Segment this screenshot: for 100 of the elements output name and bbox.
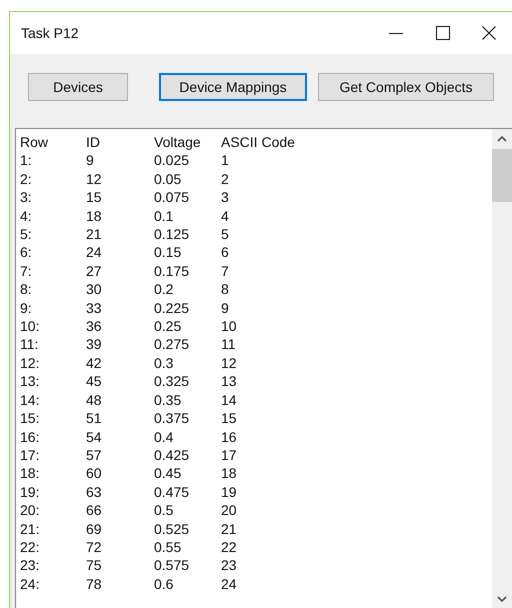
- list-cell-text: 17: [221, 446, 238, 464]
- list-cell-text: 0.3: [154, 354, 174, 372]
- list-cell-text: 15:: [20, 409, 40, 428]
- list-cell-text: 0.25: [154, 317, 182, 336]
- list-cell-text: 16:: [20, 428, 40, 446]
- list-cell-text: 57: [86, 446, 103, 464]
- list-cell-text: 0.45: [154, 464, 182, 483]
- list-cell-text: 69: [86, 520, 103, 538]
- list-cell-text: 0.1: [154, 206, 174, 226]
- list-cell-text: 51: [86, 409, 103, 428]
- list-cell-text: 0.075: [154, 188, 190, 207]
- column-header: ASCII Code: [221, 133, 296, 152]
- list-cell-text: 0.05: [154, 170, 182, 188]
- toolbar-button[interactable]: Get Complex Objects: [318, 73, 494, 101]
- list-cell-text: 27: [86, 262, 103, 280]
- list-cell-text: 0.2: [154, 280, 174, 299]
- list-cell-text: 2:: [20, 170, 33, 188]
- list-cell-text: 0.425: [154, 446, 190, 464]
- list-cell-text: 14:: [20, 390, 40, 410]
- list-cell-text: 0.325: [154, 372, 190, 391]
- window-title: Task P12: [21, 25, 79, 41]
- list-cell-text: 63: [86, 482, 103, 502]
- list-cell-text: 14: [221, 390, 238, 410]
- close-icon[interactable]: [482, 26, 496, 40]
- list-cell-text: 19:: [20, 482, 40, 502]
- list-cell-text: 72: [86, 538, 103, 556]
- list-cell-text: 3:: [20, 188, 33, 207]
- list-cell-text: 15: [221, 409, 238, 428]
- list-cell-text: 23: [221, 556, 238, 575]
- list-cell-text: 9: [221, 298, 230, 318]
- list-cell-text: 36: [86, 317, 103, 336]
- list-cell-text: 22:: [20, 538, 40, 556]
- list-cell-text: 3: [221, 188, 230, 207]
- list-cell-text: 45: [86, 372, 103, 391]
- list-cell-text: 4:: [20, 206, 33, 226]
- list-cell-text: 0.175: [154, 262, 190, 280]
- list-cell-text: 1: [221, 151, 230, 170]
- list-cell-text: 21: [86, 225, 103, 244]
- list-cell-text: 9:: [20, 298, 33, 318]
- list-cell-text: 18:: [20, 464, 40, 483]
- scroll-up-icon[interactable]: [497, 136, 507, 142]
- list-cell-text: 11: [221, 335, 237, 354]
- list-cell-text: 66: [86, 501, 103, 520]
- list-cell-text: 11:: [20, 335, 40, 354]
- maximize-icon[interactable]: [436, 26, 450, 40]
- list-box[interactable]: [15, 128, 512, 608]
- list-cell-text: 0.55: [154, 538, 182, 556]
- toolbar-button[interactable]: Device Mappings: [159, 73, 307, 101]
- list-cell-text: 0.4: [154, 428, 174, 446]
- list-cell-text: 6: [221, 243, 230, 262]
- list-cell-text: 17:: [20, 446, 40, 464]
- list-cell-text: 33: [86, 298, 103, 318]
- list-cell-text: 13:: [20, 372, 40, 391]
- scrollbar[interactable]: [492, 129, 512, 608]
- toolbar-button[interactable]: Devices: [28, 73, 128, 101]
- list-cell-text: 75: [86, 556, 103, 575]
- list-cell-text: 2: [221, 170, 230, 188]
- list-cell-text: 0.525: [154, 520, 190, 538]
- list-cell-text: 8: [221, 280, 230, 299]
- list-cell-text: 0.575: [154, 556, 190, 575]
- list-cell-text: 24:: [20, 574, 40, 594]
- list-cell-text: 42: [86, 354, 103, 372]
- list-cell-text: 0.475: [154, 482, 190, 502]
- list-cell-text: 0.5: [154, 501, 174, 520]
- list-cell-text: 8:: [20, 280, 33, 299]
- list-cell-text: 12: [221, 354, 238, 372]
- list-cell-text: 0.275: [154, 335, 190, 354]
- list-cell-text: 4: [221, 206, 230, 226]
- list-cell-text: 7: [221, 262, 230, 280]
- list-cell-text: 12: [86, 170, 103, 188]
- list-cell-text: 6:: [20, 243, 33, 262]
- column-header: Voltage: [154, 133, 202, 152]
- list-cell-text: 18: [86, 206, 103, 226]
- list-cell-text: 16: [221, 428, 238, 446]
- list-cell-text: 78: [86, 574, 103, 594]
- list-cell-text: 24: [86, 243, 103, 262]
- column-header: ID: [86, 133, 101, 152]
- list-cell-text: 54: [86, 428, 103, 446]
- list-cell-text: 39: [86, 335, 103, 354]
- list-cell-text: 18: [221, 464, 238, 483]
- list-cell-text: 9: [86, 151, 95, 170]
- list-cell-text: 10:: [20, 317, 40, 336]
- list-cell-text: 20: [221, 501, 238, 520]
- list-cell-text: 13: [221, 372, 238, 391]
- list-cell-text: 48: [86, 390, 103, 410]
- list-cell-text: 24: [221, 574, 238, 594]
- list-cell-text: 21:: [20, 520, 40, 538]
- list-cell-text: 5:: [20, 225, 33, 244]
- list-cell-text: 0.225: [154, 298, 190, 318]
- scrollbar-thumb[interactable]: [492, 149, 512, 202]
- column-header: Row: [20, 133, 50, 152]
- list-cell-text: 0.15: [154, 243, 182, 262]
- list-cell-text: 19: [221, 482, 238, 502]
- list-cell-text: 30: [86, 280, 103, 299]
- list-cell-text: 21: [221, 520, 238, 538]
- list-cell-text: 10: [221, 317, 238, 336]
- list-cell-text: 1:: [20, 151, 33, 170]
- scroll-down-icon[interactable]: [497, 596, 507, 602]
- list-cell-text: 20:: [20, 501, 40, 520]
- list-cell-text: 0.35: [154, 390, 182, 410]
